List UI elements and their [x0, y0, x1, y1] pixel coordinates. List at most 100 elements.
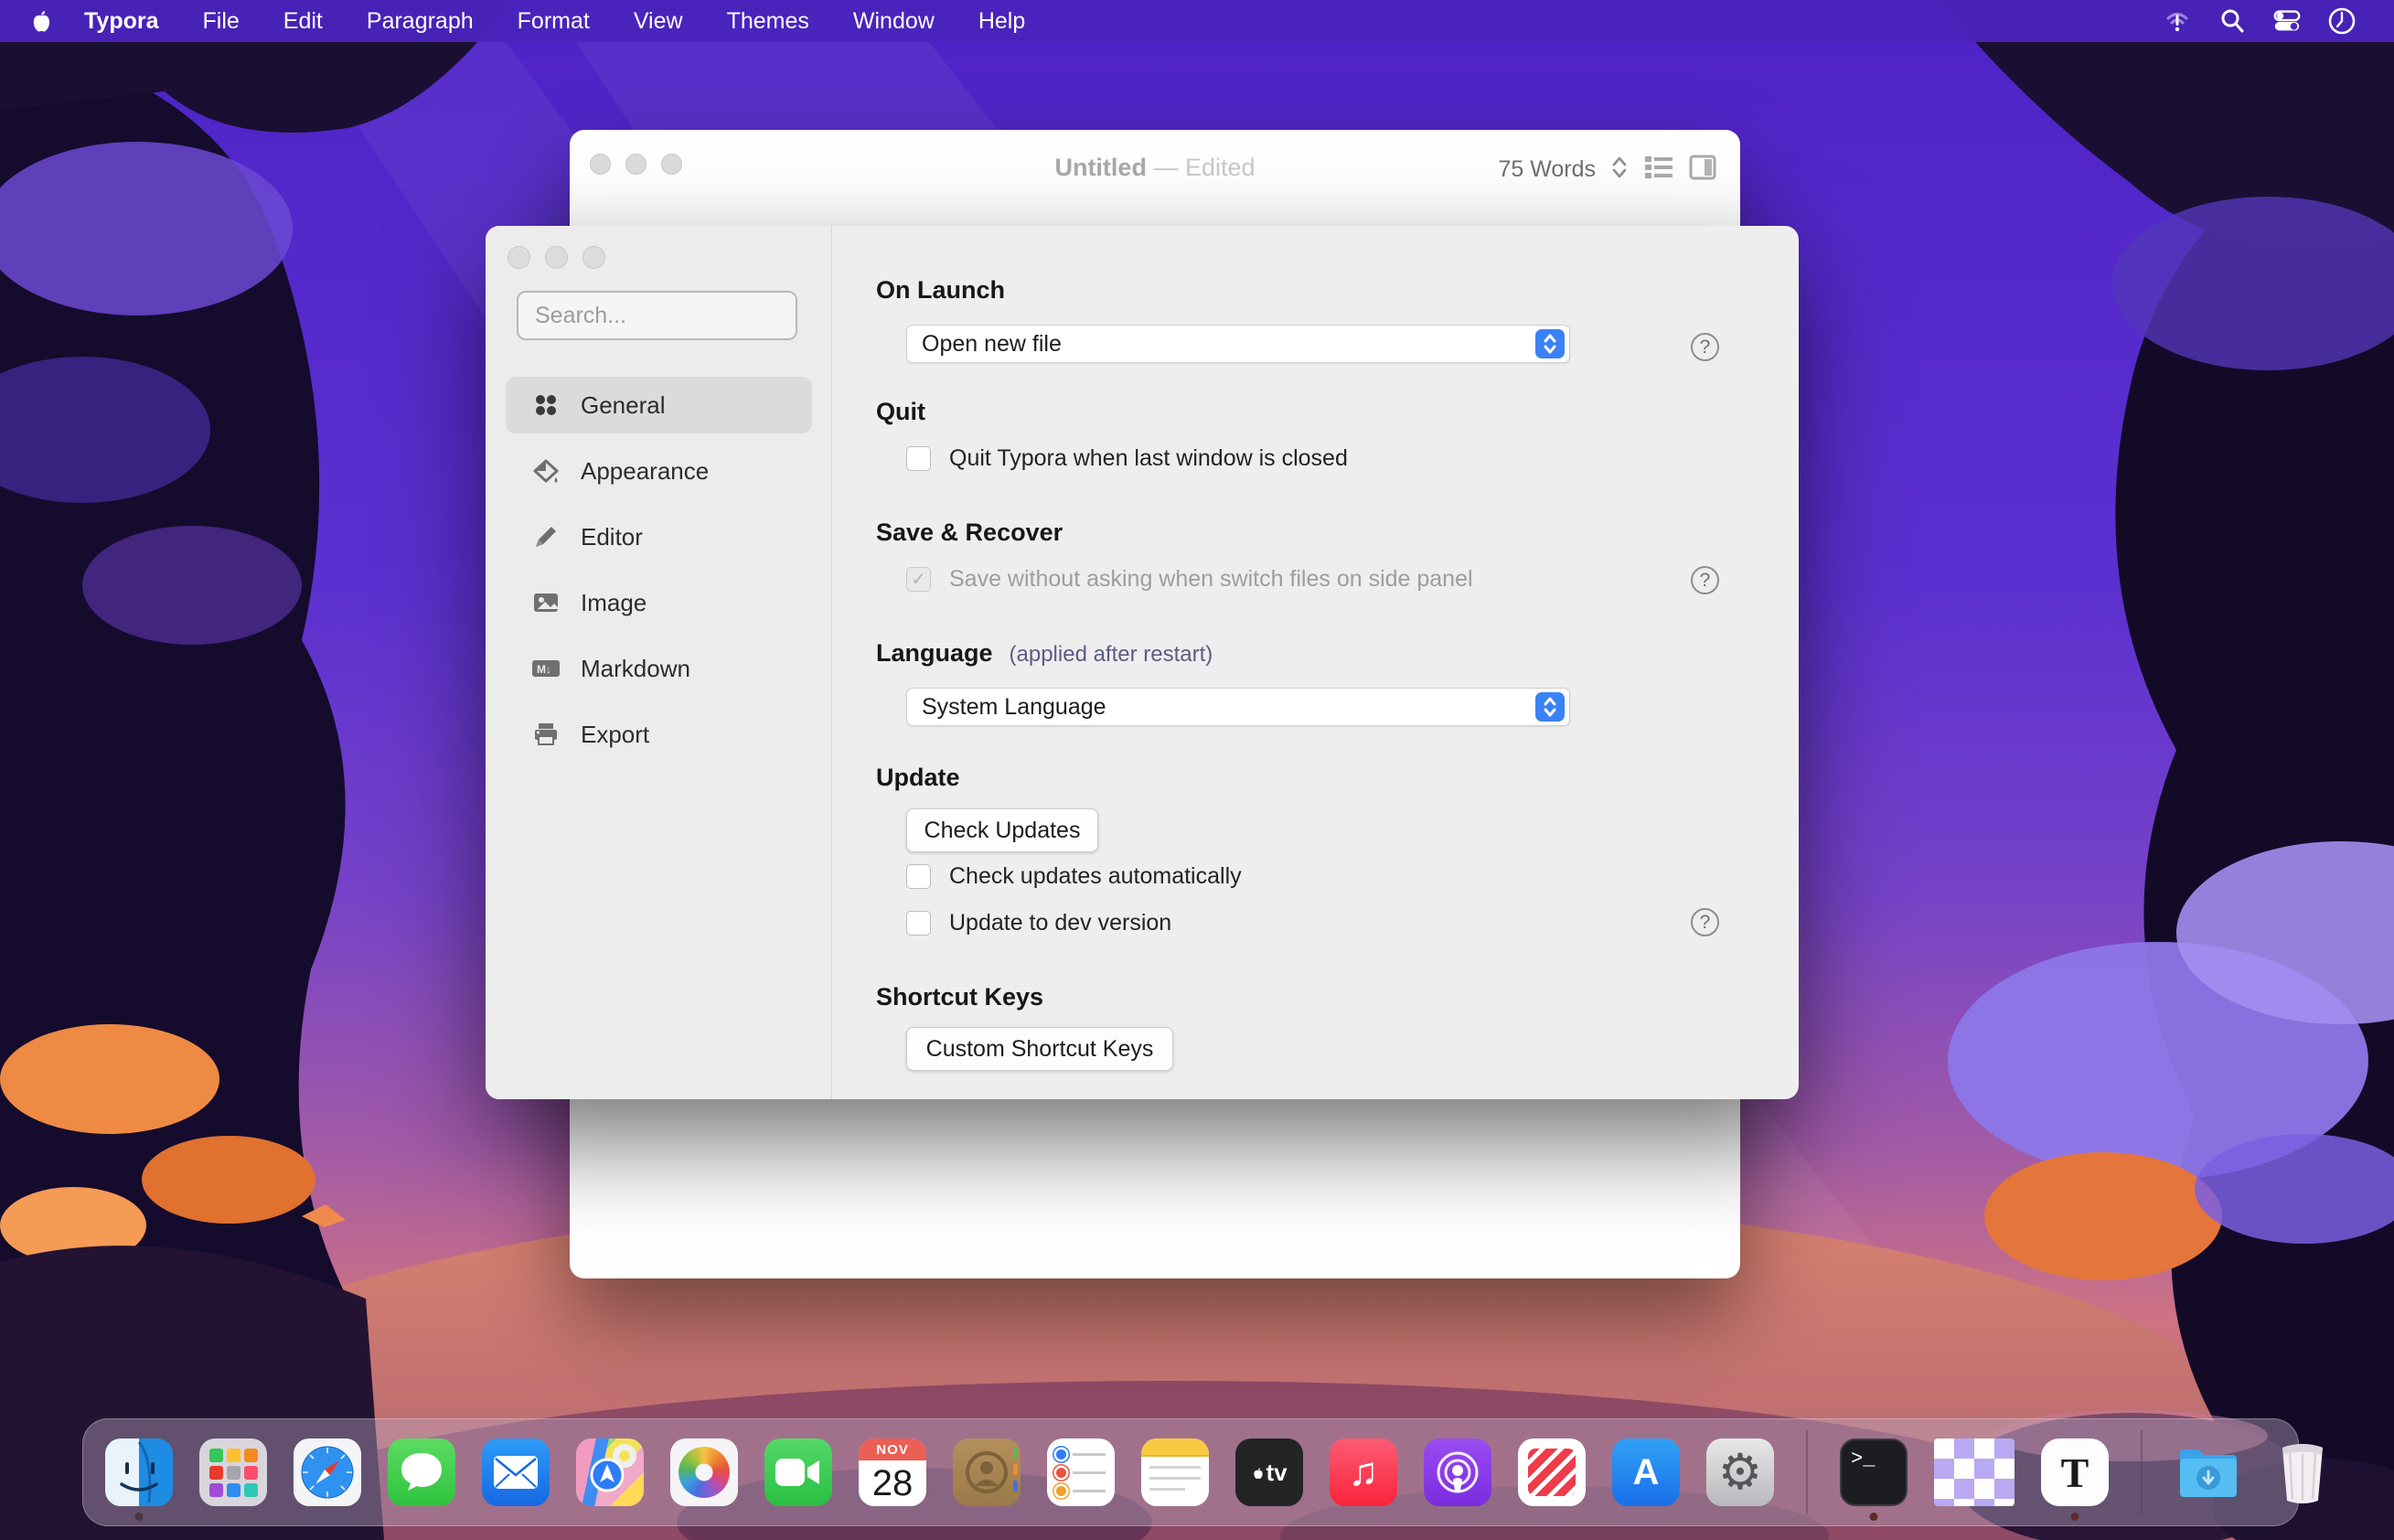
preferences-main-pane: On Launch Open new file ? Quit Quit Typo… [833, 226, 1799, 1099]
menu-item-format[interactable]: Format [496, 0, 612, 42]
dock-item-system-preferences[interactable]: ⚙ [1706, 1438, 1774, 1506]
appstore-glyph: A [1633, 1452, 1660, 1493]
grid-dots-icon [531, 390, 561, 420]
dock-item-notes[interactable] [1141, 1438, 1209, 1506]
auto-update-checkbox[interactable] [906, 864, 931, 889]
menu-item-window[interactable]: Window [831, 0, 957, 42]
check-updates-button[interactable]: Check Updates [906, 808, 1098, 852]
dock-item-image-thumbnail[interactable] [1934, 1438, 2015, 1506]
menu-item-typora[interactable]: Typora [62, 0, 181, 42]
dock-item-downloads[interactable] [2175, 1438, 2242, 1506]
dock-item-reminders[interactable] [1047, 1438, 1115, 1506]
word-count[interactable]: 75 Words [1498, 156, 1596, 183]
select-stepper-icon [1535, 692, 1565, 722]
dock-item-trash[interactable] [2269, 1438, 2336, 1506]
quit-checkbox-row: Quit Typora when last window is closed [906, 445, 1348, 472]
sidebar-item-editor[interactable]: Editor [506, 508, 812, 565]
dock: NOV 28 [82, 1418, 2299, 1526]
dock-item-typora[interactable]: T [2041, 1438, 2109, 1506]
word-count-stepper-icon[interactable] [1610, 154, 1629, 186]
dock-divider [2141, 1430, 2143, 1514]
printer-icon [531, 720, 561, 749]
minimize-button[interactable] [545, 246, 568, 269]
dock-item-podcasts[interactable] [1424, 1438, 1491, 1506]
dock-item-finder[interactable] [105, 1438, 173, 1506]
search-input[interactable] [517, 291, 797, 340]
dev-version-checkbox[interactable] [906, 911, 931, 936]
dock-item-safari[interactable] [294, 1438, 361, 1506]
section-save-recover: Save & Recover [876, 519, 1063, 547]
pencil-icon [531, 522, 561, 551]
on-launch-help-icon[interactable]: ? [1691, 333, 1719, 361]
sidebar-item-export[interactable]: Export [506, 706, 812, 763]
auto-update-checkbox-row: Check updates automatically [906, 863, 1242, 890]
calendar-day: 28 [859, 1460, 926, 1506]
save-checkbox-row: ✓ Save without asking when switch files … [906, 566, 1473, 593]
wifi-alert-icon[interactable] [2162, 5, 2193, 37]
preferences-window: General Appearance Editor [486, 226, 1799, 1099]
search-icon[interactable] [2217, 5, 2248, 37]
running-indicator [1870, 1513, 1878, 1521]
markdown-icon: M↓ [531, 654, 561, 683]
document-titlebar: Untitled — Edited 75 Words [570, 130, 1740, 203]
dock-item-music[interactable]: ♫ [1330, 1438, 1397, 1506]
preferences-sidebar: General Appearance Editor [486, 226, 832, 1099]
menu-item-file[interactable]: File [181, 0, 262, 42]
dock-item-contacts[interactable] [953, 1438, 1021, 1506]
terminal-prompt-glyph: >_ [1851, 1448, 1875, 1470]
dock-item-apple-tv[interactable]: tv [1235, 1438, 1303, 1506]
outline-list-icon[interactable] [1643, 154, 1674, 186]
menu-item-edit[interactable]: Edit [262, 0, 345, 42]
control-center-icon[interactable] [2271, 5, 2303, 37]
sidebar-item-general[interactable]: General [506, 377, 812, 433]
gear-glyph: ⚙ [1718, 1448, 1762, 1497]
section-quit: Quit [876, 398, 925, 426]
dock-divider [1806, 1430, 1808, 1514]
on-launch-select[interactable]: Open new file [906, 325, 1570, 363]
dock-item-news[interactable] [1518, 1438, 1586, 1506]
select-stepper-icon [1535, 329, 1565, 358]
dock-item-photos[interactable] [670, 1438, 738, 1506]
custom-shortcut-keys-button[interactable]: Custom Shortcut Keys [906, 1027, 1173, 1071]
zoom-button[interactable] [582, 246, 605, 269]
dock-item-mail[interactable] [482, 1438, 550, 1506]
menu-bar: Typora File Edit Paragraph Format View T… [0, 0, 2394, 42]
dock-item-messages[interactable] [388, 1438, 455, 1506]
clock-icon[interactable] [2326, 5, 2357, 37]
close-button[interactable] [508, 246, 530, 269]
apple-menu-icon[interactable] [26, 5, 57, 37]
dev-version-checkbox-row: Update to dev version [906, 910, 1171, 936]
dev-version-help-icon[interactable]: ? [1691, 908, 1719, 936]
language-note: (applied after restart) [1010, 642, 1213, 667]
menu-item-themes[interactable]: Themes [705, 0, 831, 42]
section-on-launch: On Launch [876, 276, 1005, 305]
section-shortcut-keys: Shortcut Keys [876, 983, 1043, 1011]
running-indicator [2071, 1513, 2079, 1521]
save-help-icon[interactable]: ? [1691, 566, 1719, 594]
typora-glyph: T [2061, 1449, 2089, 1497]
dock-item-facetime[interactable] [764, 1438, 832, 1506]
dock-item-terminal[interactable]: >_ [1840, 1438, 1908, 1506]
quit-checkbox[interactable] [906, 446, 931, 471]
sidebar-item-appearance[interactable]: Appearance [506, 443, 812, 499]
dock-item-calendar[interactable]: NOV 28 [859, 1438, 926, 1506]
section-language: Language(applied after restart) [876, 639, 1213, 668]
tv-glyph: tv [1251, 1459, 1287, 1487]
menu-item-paragraph[interactable]: Paragraph [345, 0, 496, 42]
desktop: Typora File Edit Paragraph Format View T… [0, 0, 2394, 1540]
calendar-month: NOV [859, 1438, 926, 1460]
document-status: Edited [1185, 154, 1256, 181]
dock-item-launchpad[interactable] [199, 1438, 267, 1506]
menu-item-help[interactable]: Help [957, 0, 1047, 42]
sidebar-toggle-icon[interactable] [1689, 154, 1716, 186]
sidebar-item-image[interactable]: Image [506, 574, 812, 631]
image-icon [531, 588, 561, 617]
running-indicator [135, 1513, 144, 1521]
menu-item-view[interactable]: View [612, 0, 705, 42]
document-title-name: Untitled [1054, 154, 1147, 181]
language-select[interactable]: System Language [906, 688, 1570, 726]
section-update: Update [876, 764, 960, 792]
dock-item-app-store[interactable]: A [1612, 1438, 1680, 1506]
sidebar-item-markdown[interactable]: M↓ Markdown [506, 640, 812, 697]
dock-item-maps[interactable] [576, 1438, 644, 1506]
